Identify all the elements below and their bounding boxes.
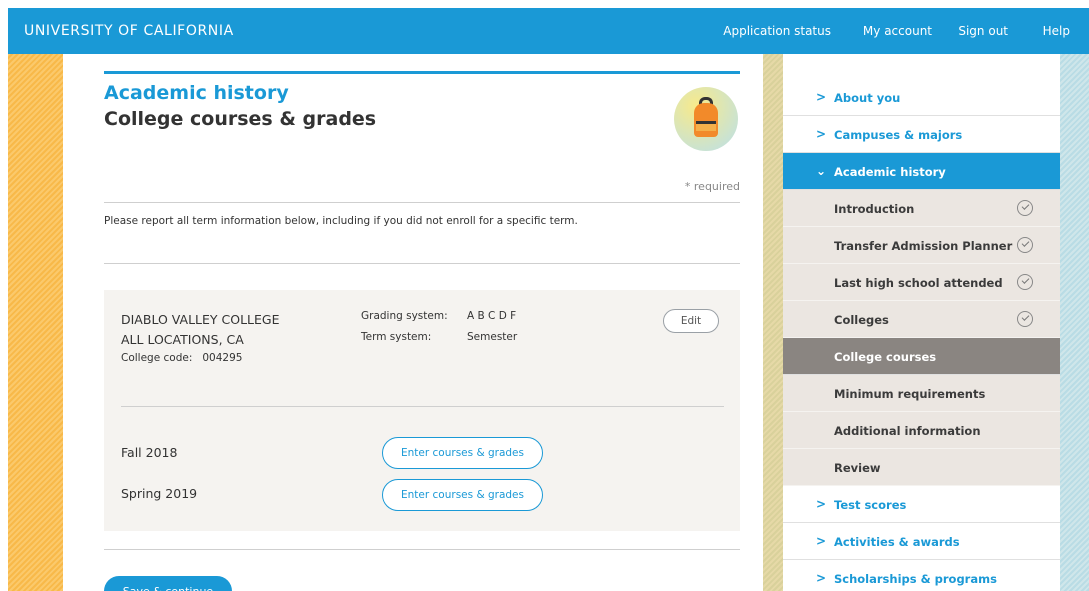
- college-code: College code: 004295: [121, 352, 242, 364]
- sidebar-item-academic-history[interactable]: ⌄ Academic history: [783, 153, 1060, 190]
- sidebar-subitem-introduction[interactable]: Introduction: [783, 190, 1060, 227]
- term-fall-2018: Fall 2018: [121, 445, 178, 460]
- nav-sign-out[interactable]: Sign out: [958, 24, 1008, 38]
- sidebar-subitem-review[interactable]: Review: [783, 449, 1060, 486]
- check-circle-icon: [1017, 200, 1033, 216]
- sidebar-item-campuses-majors[interactable]: > Campuses & majors: [783, 116, 1060, 153]
- sidebar-item-label: Review: [834, 461, 881, 475]
- enter-courses-fall-2018-button[interactable]: Enter courses & grades: [382, 437, 543, 469]
- sidebar-item-label: About you: [834, 91, 901, 105]
- college-code-value: 004295: [202, 352, 243, 364]
- sidebar-item-label: Additional information: [834, 424, 981, 438]
- term-spring-2019: Spring 2019: [121, 486, 198, 501]
- nav-my-account[interactable]: My account: [863, 24, 932, 38]
- edit-college-button[interactable]: Edit: [663, 309, 719, 333]
- college-location: ALL LOCATIONS, CA: [121, 332, 244, 347]
- sidebar-item-label: College courses: [834, 350, 937, 364]
- sidebar-subitem-college-courses[interactable]: College courses: [783, 338, 1060, 375]
- grading-system-value: A B C D F: [467, 310, 517, 322]
- divider: [104, 263, 740, 264]
- chevron-right-icon: >: [816, 534, 827, 548]
- sidebar-subitem-last-high-school[interactable]: Last high school attended: [783, 264, 1060, 301]
- term-system-label: Term system:: [361, 331, 432, 343]
- divider: [104, 549, 740, 550]
- college-card: DIABLO VALLEY COLLEGE ALL LOCATIONS, CA …: [104, 290, 740, 531]
- save-continue-button[interactable]: Save & continue: [104, 576, 232, 591]
- chevron-right-icon: >: [816, 90, 827, 104]
- sidebar-subitem-minimum-requirements[interactable]: Minimum requirements: [783, 375, 1060, 412]
- sidebar-item-label: Last high school attended: [834, 276, 1003, 290]
- check-circle-icon: [1017, 237, 1033, 253]
- required-note: * required: [684, 180, 740, 193]
- decorative-right-pattern: [1060, 54, 1089, 591]
- divider: [121, 406, 724, 407]
- sidebar-item-scholarships-programs[interactable]: > Scholarships & programs: [783, 560, 1060, 591]
- sidebar-subitem-transfer-admission-planner[interactable]: Transfer Admission Planner: [783, 227, 1060, 264]
- top-bar: UNIVERSITY OF CALIFORNIA Application sta…: [8, 8, 1089, 54]
- grading-system-label: Grading system:: [361, 310, 448, 322]
- section-title: Academic history: [104, 82, 289, 104]
- sidebar-item-label: Introduction: [834, 202, 915, 216]
- sidebar-item-label: Academic history: [834, 165, 946, 179]
- nav-application-status[interactable]: Application status: [723, 24, 831, 38]
- chevron-right-icon: >: [816, 497, 827, 511]
- nav-help[interactable]: Help: [1043, 24, 1070, 38]
- sidebar-item-activities-awards[interactable]: > Activities & awards: [783, 523, 1060, 560]
- section-top-rule: [104, 71, 740, 74]
- sidebar-item-label: Colleges: [834, 313, 889, 327]
- check-circle-icon: [1017, 311, 1033, 327]
- instruction-text: Please report all term information below…: [104, 215, 578, 227]
- chevron-right-icon: >: [816, 127, 827, 141]
- college-code-label: College code:: [121, 352, 193, 364]
- term-system-value: Semester: [467, 331, 518, 343]
- sidebar-subitem-additional-information[interactable]: Additional information: [783, 412, 1060, 449]
- chevron-right-icon: >: [816, 571, 827, 585]
- backpack-icon: [674, 87, 738, 151]
- decorative-mid-pattern: [763, 54, 783, 591]
- sidebar-item-label: Test scores: [834, 498, 907, 512]
- divider: [104, 202, 740, 203]
- chevron-down-icon: ⌄: [816, 164, 827, 178]
- decorative-left-pattern: [8, 54, 63, 591]
- sidebar-item-label: Activities & awards: [834, 535, 960, 549]
- sidebar-item-label: Minimum requirements: [834, 387, 986, 401]
- sidebar-item-about-you[interactable]: > About you: [783, 79, 1060, 116]
- brand-logo-text[interactable]: UNIVERSITY OF CALIFORNIA: [24, 23, 234, 39]
- check-circle-icon: [1017, 274, 1033, 290]
- sidebar-item-label: Campuses & majors: [834, 128, 963, 142]
- sidebar-item-label: Scholarships & programs: [834, 572, 997, 586]
- sidebar-item-label: Transfer Admission Planner: [834, 239, 1013, 253]
- enter-courses-spring-2019-button[interactable]: Enter courses & grades: [382, 479, 543, 511]
- page-title: College courses & grades: [104, 108, 377, 130]
- college-name: DIABLO VALLEY COLLEGE: [121, 312, 280, 327]
- sidebar-subitem-colleges[interactable]: Colleges: [783, 301, 1060, 338]
- sidebar-item-test-scores[interactable]: > Test scores: [783, 486, 1060, 523]
